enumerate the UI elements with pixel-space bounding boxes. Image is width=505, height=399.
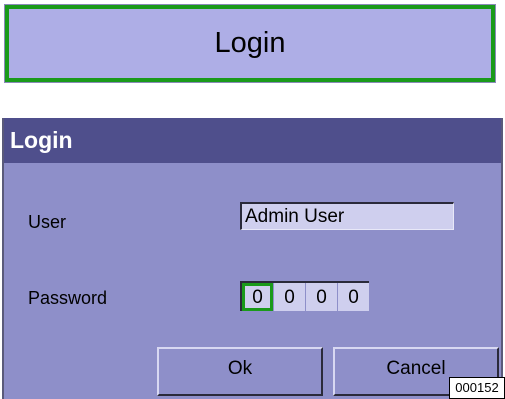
dialog-title-bar: Login [4,118,501,163]
password-digit-2[interactable]: 0 [274,283,305,311]
password-pin-field: 0 0 0 0 [240,281,369,311]
ok-button[interactable]: Ok [157,347,323,396]
login-button-label: Login [214,27,286,59]
user-label: User [28,212,67,232]
password-digit-1[interactable]: 0 [242,283,273,311]
password-digit-4[interactable]: 0 [338,283,369,311]
login-button[interactable]: Login [4,4,496,83]
login-dialog: Login User Admin User Password 0 0 0 0 O… [2,118,503,399]
password-digit-3[interactable]: 0 [306,283,337,311]
user-field[interactable]: Admin User [240,202,454,230]
reference-code: 000152 [449,377,505,399]
login-screen: Login Login User Admin User Password 0 0… [0,0,505,399]
password-label: Password [28,288,108,308]
dialog-title: Login [10,127,73,153]
